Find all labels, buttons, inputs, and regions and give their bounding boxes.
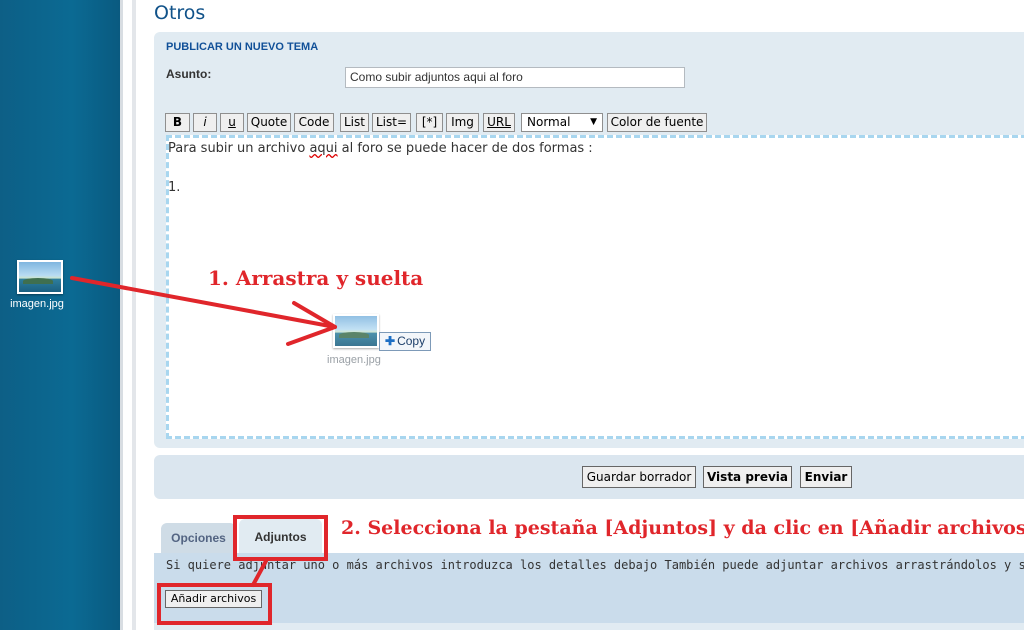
editor-text-line-1: Para subir un archivo aqui al foro se pu… <box>168 141 593 156</box>
highlight-box-attachments-tab <box>233 515 328 561</box>
highlight-box-add-files <box>157 583 272 625</box>
font-color-button[interactable]: Color de fuente <box>607 113 707 132</box>
image-file-icon <box>333 314 379 348</box>
section-title: PUBLICAR UN NUEVO TEMA <box>166 41 319 53</box>
editor-text-line-2: 1. <box>168 180 181 195</box>
img-button[interactable]: Img <box>446 113 479 132</box>
image-file-icon <box>17 260 63 294</box>
plus-icon: ✚ <box>385 334 396 348</box>
copy-cursor-badge: ✚ Copy <box>379 332 432 351</box>
desktop-file-label: imagen.jpg <box>10 298 64 310</box>
save-draft-button[interactable]: Guardar borrador <box>582 466 696 488</box>
desktop-file-icon[interactable]: imagen.jpg <box>10 260 66 310</box>
subject-input[interactable]: Como subir adjuntos aqui al foro <box>345 67 685 88</box>
editor-text-part: al foro se puede hacer de dos formas : <box>337 141 593 156</box>
subject-label: Asunto: <box>166 67 212 81</box>
list-item-button[interactable]: [*] <box>416 113 443 132</box>
font-size-value: Normal <box>527 115 571 129</box>
underline-button[interactable]: u <box>220 113 244 132</box>
url-button[interactable]: URL <box>483 113 515 132</box>
quote-button[interactable]: Quote <box>247 113 291 132</box>
font-size-select[interactable]: Normal ▼ <box>521 113 603 132</box>
drag-ghost-label: imagen.jpg <box>327 354 381 366</box>
editor-text-part: Para subir un archivo <box>168 141 310 156</box>
dropdown-arrow-icon: ▼ <box>590 117 597 127</box>
misspelled-word: aqui <box>309 141 338 156</box>
italic-button[interactable]: i <box>193 113 217 132</box>
bold-button[interactable]: B <box>165 113 190 132</box>
annotation-step-1: 1. Arrastra y suelta <box>208 266 424 290</box>
page-title: Otros <box>154 2 206 24</box>
page-left-border <box>120 0 136 630</box>
preview-button[interactable]: Vista previa <box>703 466 792 488</box>
copy-label: Copy <box>397 334 426 348</box>
submit-button[interactable]: Enviar <box>800 466 852 488</box>
tab-options[interactable]: Opciones <box>161 523 236 553</box>
list-button[interactable]: List <box>340 113 369 132</box>
desktop-background <box>0 0 120 630</box>
code-button[interactable]: Code <box>294 113 334 132</box>
drag-ghost-file: imagen.jpg <box>327 314 381 366</box>
bottom-panel-edge <box>154 623 1024 630</box>
ordered-list-button[interactable]: List= <box>372 113 411 132</box>
annotation-step-2: 2. Selecciona la pestaña [Adjuntos] y da… <box>341 517 1024 539</box>
